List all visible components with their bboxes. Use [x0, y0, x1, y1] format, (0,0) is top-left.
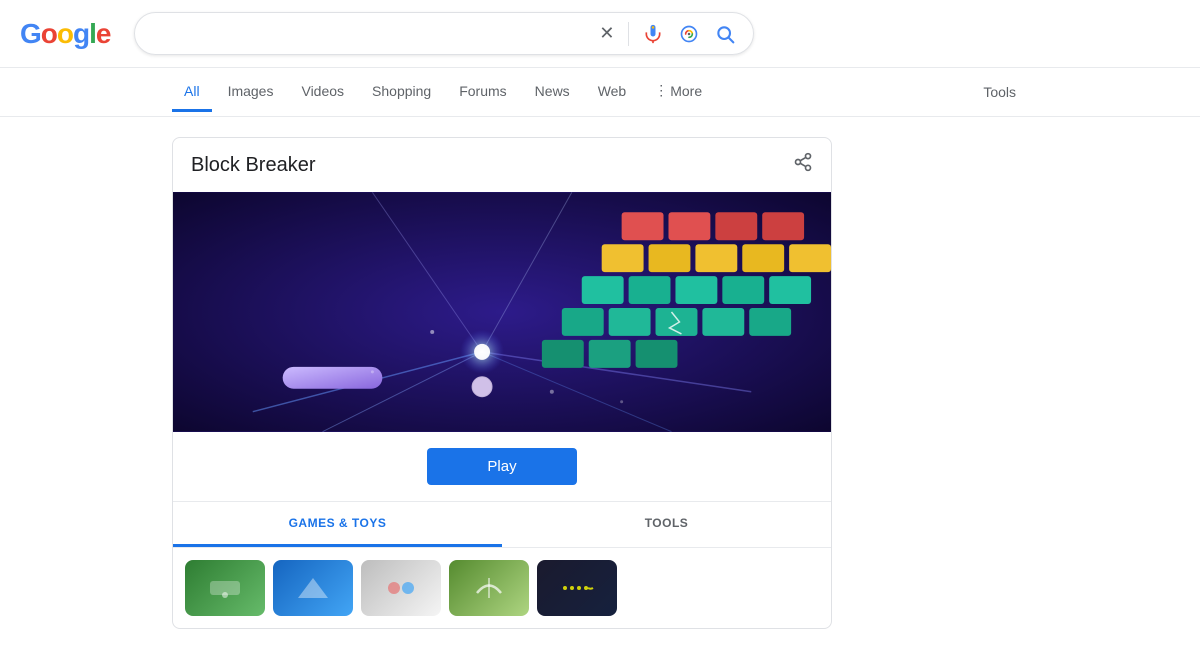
main-content: Block Breaker [0, 117, 1200, 649]
lens-icon [679, 24, 699, 44]
game-card: Block Breaker [172, 137, 832, 629]
thumbnail-5[interactable] [537, 560, 617, 616]
play-section: Play [173, 432, 831, 502]
category-tabs: GAMES & TOYS TOOLS [173, 502, 831, 548]
microphone-icon [643, 24, 663, 44]
microphone-button[interactable] [641, 22, 665, 46]
thumb2-icon [293, 573, 333, 603]
game-scene [173, 192, 831, 432]
search-bar: block breaker ✕ [134, 12, 754, 55]
tab-shopping[interactable]: Shopping [360, 73, 443, 112]
search-button[interactable] [713, 22, 737, 46]
category-games-toys[interactable]: GAMES & TOYS [173, 502, 502, 547]
tab-all[interactable]: All [172, 73, 212, 112]
share-button[interactable] [793, 152, 813, 178]
header: Google block breaker ✕ [0, 0, 1200, 68]
tab-more[interactable]: ⋮ More [642, 72, 714, 112]
search-icon [715, 24, 735, 44]
thumbnail-4[interactable] [449, 560, 529, 616]
search-input[interactable]: block breaker [151, 25, 589, 43]
tab-forums[interactable]: Forums [447, 73, 518, 112]
clear-button[interactable]: ✕ [597, 21, 616, 46]
lens-button[interactable] [677, 22, 701, 46]
nav-tabs: All Images Videos Shopping Forums News W… [0, 68, 1200, 117]
google-logo[interactable]: Google [20, 18, 110, 50]
tab-web[interactable]: Web [586, 73, 639, 112]
game-image [173, 192, 831, 432]
tab-images[interactable]: Images [216, 73, 286, 112]
more-dots-icon: ⋮ [654, 82, 668, 99]
game-thumbnails [173, 548, 831, 628]
game-card-header: Block Breaker [173, 138, 831, 192]
share-icon [793, 152, 813, 172]
tools-button[interactable]: Tools [971, 74, 1028, 110]
thumb4-icon [469, 573, 509, 603]
thumb5-icon [557, 573, 597, 603]
tab-videos[interactable]: Videos [289, 73, 356, 112]
thumbnail-2[interactable] [273, 560, 353, 616]
search-icons: ✕ [597, 21, 737, 46]
thumbnail-3[interactable] [361, 560, 441, 616]
category-tools[interactable]: TOOLS [502, 502, 831, 547]
tab-news[interactable]: News [523, 73, 582, 112]
clear-icon: ✕ [599, 23, 614, 44]
game-title: Block Breaker [191, 154, 316, 177]
thumb1-icon [205, 573, 245, 603]
play-button[interactable]: Play [427, 448, 576, 485]
thumb3-icon [381, 573, 421, 603]
thumbnail-1[interactable] [185, 560, 265, 616]
